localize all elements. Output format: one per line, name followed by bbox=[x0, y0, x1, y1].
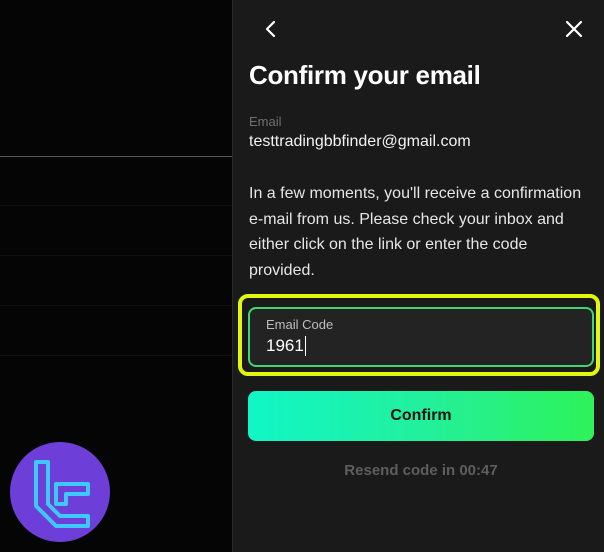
page-title: Confirm your email bbox=[249, 60, 481, 90]
grid-line bbox=[0, 255, 232, 256]
email-label: Email bbox=[249, 114, 282, 129]
background-pane bbox=[0, 0, 232, 552]
close-icon bbox=[565, 20, 583, 38]
close-button[interactable] bbox=[560, 15, 588, 43]
text-caret bbox=[305, 336, 306, 356]
email-code-input[interactable]: 1961 bbox=[266, 336, 304, 356]
confirm-button[interactable]: Confirm bbox=[248, 391, 594, 441]
chevron-left-icon bbox=[265, 20, 276, 38]
logo-mark-icon bbox=[34, 460, 90, 528]
resend-code-text: Resend code in 00:47 bbox=[344, 462, 498, 479]
brand-logo bbox=[10, 442, 110, 542]
email-code-field[interactable]: Email Code 1961 bbox=[248, 307, 594, 367]
grid-line bbox=[0, 305, 232, 306]
email-value: testtradingbbfinder@gmail.com bbox=[249, 133, 471, 150]
divider-line bbox=[0, 156, 232, 157]
grid-line bbox=[0, 355, 232, 356]
email-code-label: Email Code bbox=[266, 317, 334, 332]
instructions-text: In a few moments, you'll receive a confi… bbox=[249, 185, 582, 279]
grid-line bbox=[0, 205, 232, 206]
back-button[interactable] bbox=[257, 15, 285, 43]
